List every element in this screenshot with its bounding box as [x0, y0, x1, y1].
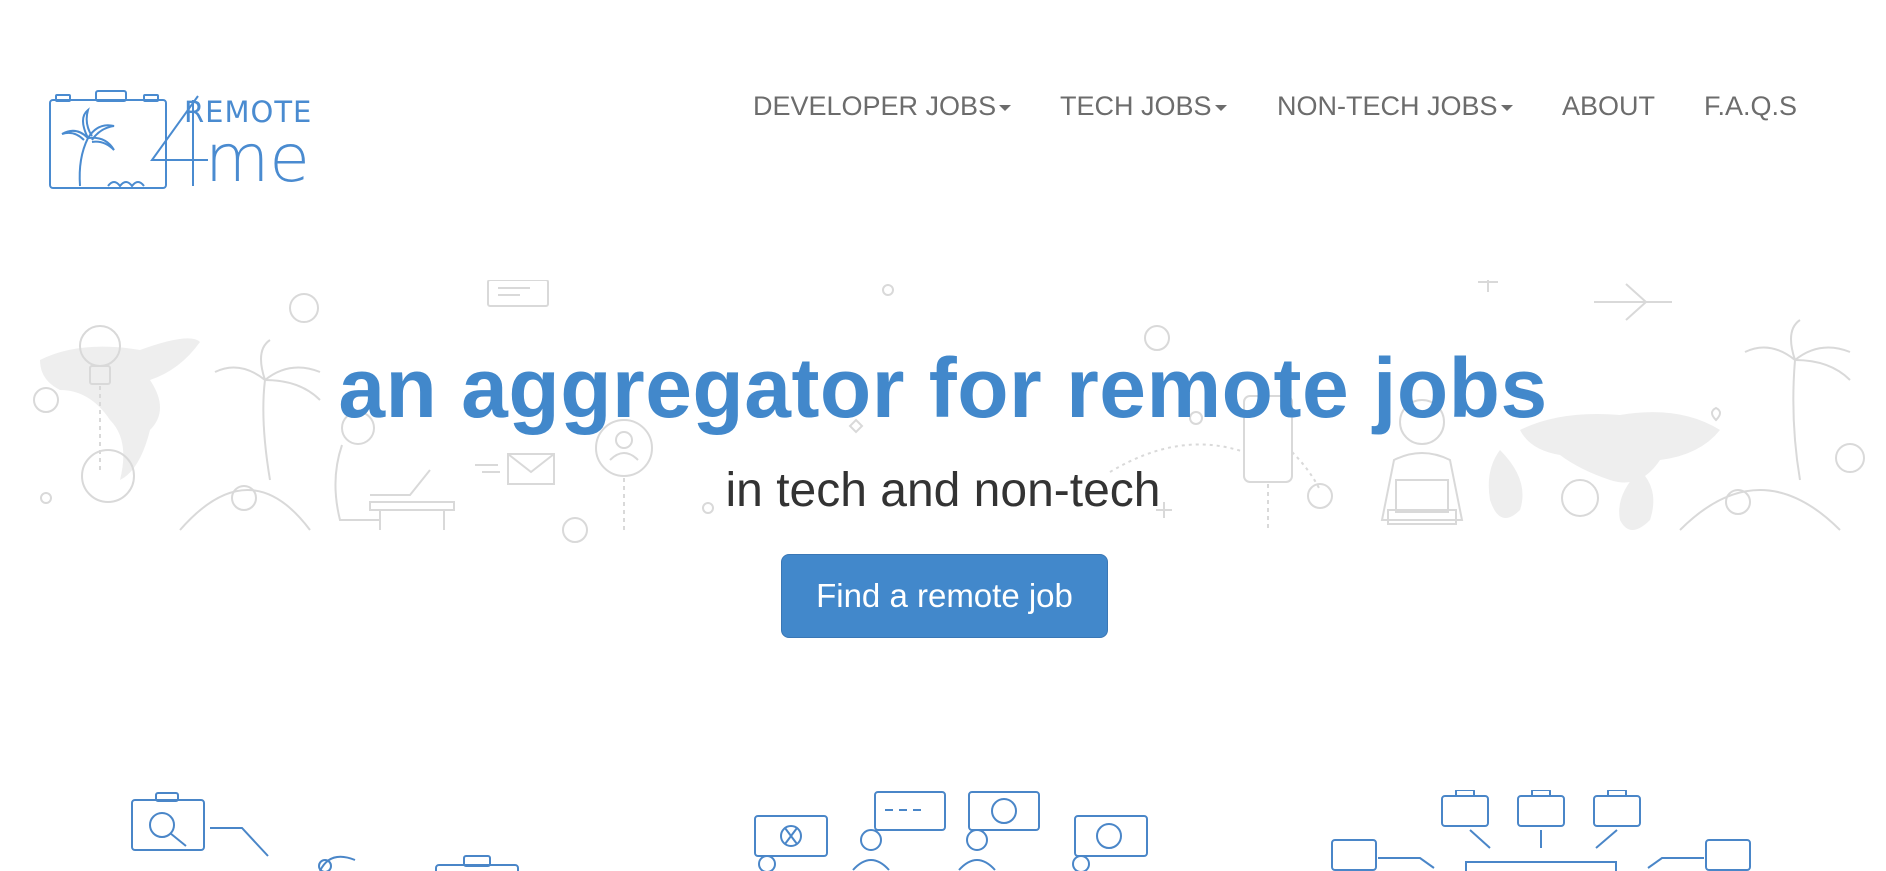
hero-section: an aggregator for remote jobs in tech an…: [0, 280, 1886, 660]
search-briefcase-icon: [131, 792, 519, 871]
nav-developer-jobs[interactable]: DEVELOPER JOBS: [753, 86, 1012, 126]
caret-down-icon: [1500, 104, 1513, 111]
nav-tech-jobs-label: TECH JOBS: [1060, 91, 1212, 121]
nav-tech-jobs[interactable]: TECH JOBS: [1060, 86, 1227, 126]
caret-down-icon: [1214, 104, 1227, 111]
site-header: REMOTE me DEVELOPER JOBS TECH JOBS NON-T…: [0, 0, 1886, 230]
find-remote-job-button[interactable]: Find a remote job: [781, 554, 1108, 638]
nav-developer-jobs-label: DEVELOPER JOBS: [753, 91, 997, 121]
airplane-icon: [1594, 283, 1672, 321]
nav-faqs-label: F.A.Q.S: [1704, 91, 1798, 121]
nav-non-tech-jobs-label: NON-TECH JOBS: [1277, 91, 1498, 121]
nav-about-label: ABOUT: [1562, 91, 1656, 121]
nav-about[interactable]: ABOUT: [1562, 86, 1655, 126]
team-chat-icon: [754, 791, 1148, 871]
hero-title: an aggregator for remote jobs: [338, 341, 1548, 435]
chat-window-icon: [487, 280, 549, 307]
nav-faqs[interactable]: F.A.Q.S: [1704, 86, 1797, 126]
briefcase-network-icon: [1331, 790, 1751, 871]
hero-subtitle: in tech and non-tech: [725, 464, 1161, 517]
nav-non-tech-jobs[interactable]: NON-TECH JOBS: [1277, 86, 1513, 126]
caret-down-icon: [999, 104, 1012, 111]
features-section: [0, 790, 1886, 871]
main-nav: DEVELOPER JOBS TECH JOBS NON-TECH JOBS A…: [0, 86, 1886, 126]
logo-me-text: me: [205, 120, 310, 197]
